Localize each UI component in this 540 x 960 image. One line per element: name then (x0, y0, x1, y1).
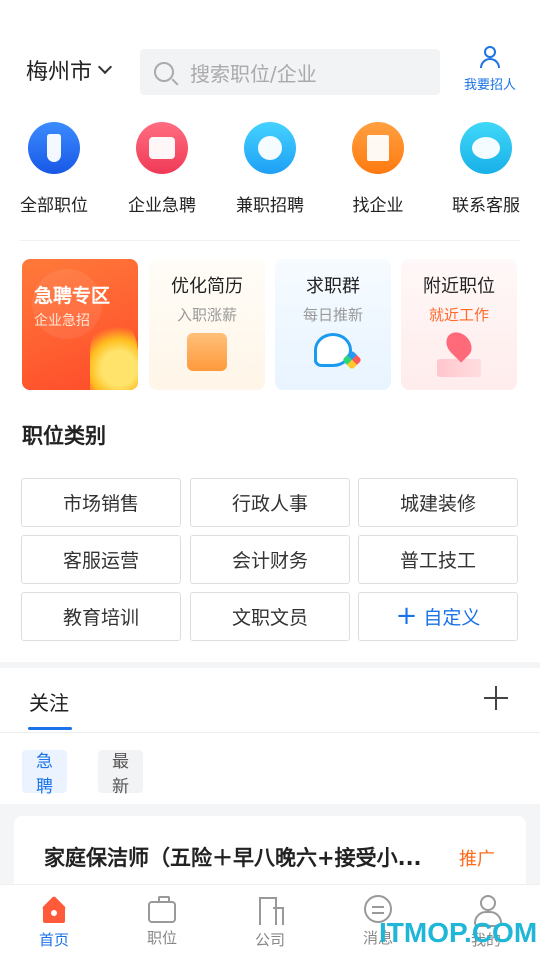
chat-bubble-icon (460, 122, 512, 174)
urgent-zone-card[interactable]: 急聘专区 企业急招 (22, 259, 138, 390)
category-button[interactable]: 教育培训 (21, 592, 181, 641)
briefcase-icon (148, 896, 176, 923)
category-button[interactable]: 城建装修 (358, 478, 518, 527)
card-subtitle: 企业急招 (34, 313, 90, 329)
card-title: 急聘专区 (34, 285, 111, 307)
recruit-button[interactable]: 我要招人 (458, 46, 522, 93)
filter-urgent[interactable]: 急聘 (22, 750, 67, 797)
quick-link-label: 找企业 (352, 196, 404, 216)
tab-active-indicator (28, 727, 72, 730)
city-selector[interactable]: 梅州市 (26, 54, 113, 86)
nearby-jobs-card[interactable]: 附近职位 就近工作 (401, 259, 517, 390)
category-button[interactable]: 文职文员 (190, 592, 350, 641)
category-button[interactable]: 会计财务 (190, 535, 350, 584)
feature-cards: 急聘专区 企业急招 优化简历 入职涨薪 求职群 每日推新 附近职位 就近工作 (22, 259, 518, 390)
nav-home[interactable]: 首页 (0, 895, 108, 950)
quick-link-label: 兼职招聘 (236, 196, 304, 216)
building-icon (255, 895, 285, 925)
search-placeholder: 搜索职位/企业 (190, 61, 317, 86)
custom-category-label: 自定义 (423, 607, 481, 629)
urgent-bag-icon (136, 122, 188, 174)
recruiter-icon (478, 46, 502, 70)
quick-link-customer-service[interactable]: 联系客服 (432, 120, 540, 216)
watermark: ITMOP.COM (379, 917, 538, 948)
nav-company[interactable]: 公司 (216, 895, 324, 950)
nav-label: 首页 (38, 931, 69, 949)
category-button[interactable]: 普工技工 (358, 535, 518, 584)
quick-links: 全部职位 企业急聘 兼职招聘 找企业 联系客服 (0, 120, 540, 220)
top-header: 梅州市 搜索职位/企业 我要招人 (0, 40, 540, 104)
quick-link-all-jobs[interactable]: 全部职位 (0, 120, 108, 216)
quick-link-label: 联系客服 (452, 196, 520, 216)
promoted-tag: 推广 (459, 849, 495, 870)
chevron-down-icon (97, 59, 113, 75)
nav-jobs[interactable]: 职位 (108, 895, 216, 948)
nav-label: 公司 (254, 931, 285, 949)
custom-category-button[interactable]: + 自定义 (358, 592, 518, 641)
book-icon (352, 122, 404, 174)
envelope-icon (187, 333, 227, 371)
map-icon (437, 359, 481, 377)
job-title: 家庭保洁师（五险＋早八晚六+接受小... (44, 846, 422, 870)
card-subtitle: 每日推新 (302, 306, 363, 324)
quick-link-part-time[interactable]: 兼职招聘 (216, 120, 324, 216)
category-button[interactable]: 客服运营 (21, 535, 181, 584)
recruit-label: 我要招人 (463, 78, 516, 93)
flame-icon (90, 318, 138, 390)
location-pin-icon (441, 327, 477, 363)
compass-icon (244, 122, 296, 174)
nav-label: 职位 (146, 929, 177, 947)
plus-icon: + (395, 600, 418, 631)
card-title: 附近职位 (423, 276, 495, 297)
job-group-card[interactable]: 求职群 每日推新 (275, 259, 391, 390)
divider (20, 240, 520, 241)
search-icon (154, 62, 174, 82)
category-button[interactable]: 行政人事 (190, 478, 350, 527)
quick-link-label: 企业急聘 (128, 196, 196, 216)
card-subtitle: 就近工作 (428, 306, 489, 324)
category-button[interactable]: 市场销售 (21, 478, 181, 527)
tie-icon (28, 122, 80, 174)
optimize-resume-card[interactable]: 优化简历 入职涨薪 (149, 259, 265, 390)
card-subtitle: 入职涨薪 (176, 306, 237, 324)
tab-follow[interactable]: 关注 (29, 687, 69, 716)
card-title: 求职群 (306, 276, 360, 297)
quick-link-find-company[interactable]: 找企业 (324, 120, 432, 216)
card-title: 优化简历 (171, 276, 243, 297)
filter-latest[interactable]: 最新 (98, 750, 143, 797)
search-input[interactable]: 搜索职位/企业 (140, 49, 440, 95)
quick-link-label: 全部职位 (20, 196, 88, 216)
home-icon (39, 895, 69, 925)
category-section-title: 职位类别 (22, 424, 106, 448)
city-label: 梅州市 (26, 60, 93, 85)
add-icon[interactable] (484, 686, 508, 710)
follow-tabs: 关注 (0, 668, 540, 733)
quick-link-urgent-hiring[interactable]: 企业急聘 (108, 120, 216, 216)
